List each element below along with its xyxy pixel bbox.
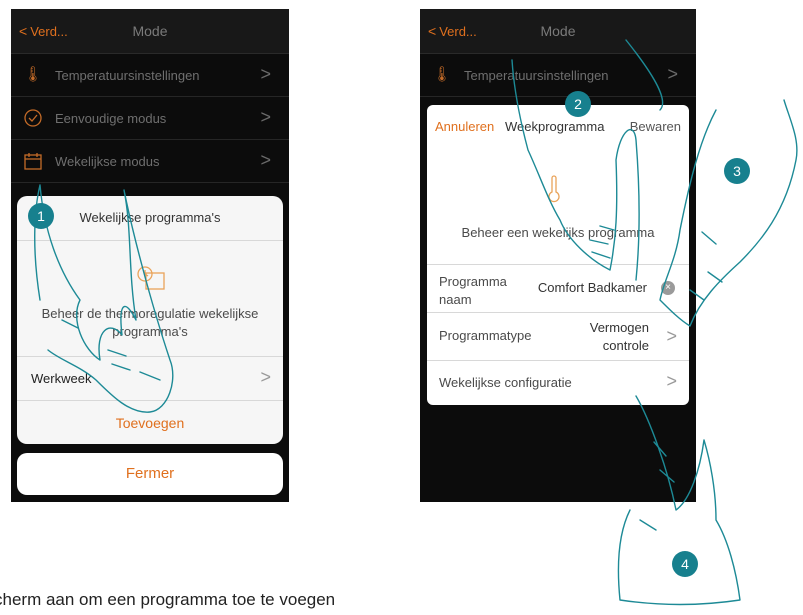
check-circle-icon: [23, 108, 43, 128]
step-badge-1: 1: [28, 203, 54, 229]
clock-calendar-icon: [136, 265, 166, 298]
program-name-field[interactable]: Programma naam Comfort Badkamer ×: [427, 264, 689, 312]
cancel-button[interactable]: Annuleren: [435, 119, 494, 134]
thermometer-icon: 🌡: [23, 66, 43, 83]
menu-item-weekly-mode[interactable]: Wekelijkse modus >: [11, 140, 289, 183]
step-badge-2: 2: [565, 91, 591, 117]
chevron-right-icon: >: [260, 150, 271, 170]
add-button[interactable]: Toevoegen: [17, 400, 283, 444]
instruction-caption: cherm aan om een programma toe te voegen: [0, 590, 336, 609]
step-badge-3: 3: [724, 158, 750, 184]
page-title: Mode: [132, 23, 168, 39]
weekly-configuration-row[interactable]: Wekelijkse configuratie >: [427, 360, 689, 405]
sheet-description: Beheer de thermoregulatie wekelijkse pro…: [41, 306, 259, 339]
menu-item-temperature-settings[interactable]: 🌡 Temperatuursinstellingen >: [420, 54, 696, 97]
chevron-right-icon: >: [260, 107, 271, 127]
clear-icon[interactable]: ×: [661, 281, 675, 295]
calendar-icon: [23, 151, 43, 171]
thermometer-icon: 🌡: [432, 66, 452, 83]
chevron-right-icon: >: [666, 326, 677, 346]
program-type-selector[interactable]: Programmatype Vermogen controle >: [427, 312, 689, 360]
save-button[interactable]: Bewaren: [630, 119, 681, 134]
thermometer-icon: [544, 175, 564, 208]
program-name-value: Comfort Badkamer: [537, 280, 647, 295]
card-description: Beheer een wekelijks programma: [461, 225, 655, 240]
card-header: Annuleren Weekprogramma Bewaren: [427, 105, 689, 149]
program-type-value: Vermogen controle: [589, 320, 649, 353]
menu-item-simple-mode[interactable]: Eenvoudige modus >: [11, 97, 289, 140]
list-item-werkweek[interactable]: Werkweek >: [17, 356, 283, 401]
weekly-programs-sheet: Wekelijkse programma's Beheer de thermor…: [17, 196, 283, 444]
menu-item-temperature-settings[interactable]: 🌡 Temperatuursinstellingen >: [11, 54, 289, 97]
card-title: Weekprogramma: [505, 119, 605, 134]
sheet-title: Wekelijkse programma's: [79, 210, 221, 225]
chevron-right-icon: >: [260, 367, 271, 387]
top-bar: < Verd... Mode: [11, 9, 289, 54]
sheet-info: Beheer de thermoregulatie wekelijkse pro…: [17, 240, 283, 357]
chevron-right-icon: >: [666, 371, 677, 391]
top-bar: < Verd... Mode: [420, 9, 696, 54]
weekly-program-card: Annuleren Weekprogramma Bewaren Beheer e…: [427, 105, 689, 405]
step-badge-4: 4: [672, 551, 698, 577]
chevron-right-icon: >: [260, 64, 271, 84]
left-phone-screen: < Verd... Mode 🌡 Temperatuursinstellingen…: [11, 9, 289, 502]
close-button[interactable]: Fermer: [17, 453, 283, 495]
page-title: Mode: [540, 23, 576, 39]
chevron-right-icon: >: [667, 64, 678, 84]
right-phone-screen: < Verd... Mode 🌡 Temperatuursinstellingen…: [420, 9, 696, 502]
